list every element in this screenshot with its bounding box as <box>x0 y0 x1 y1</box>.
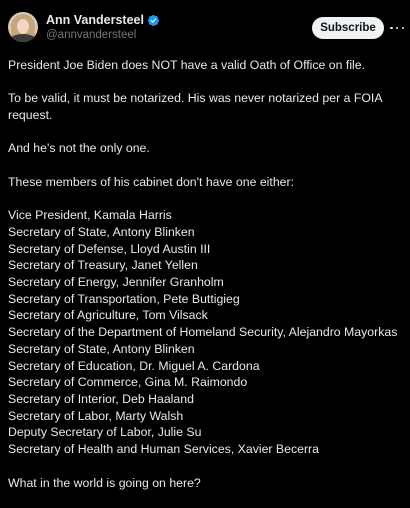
post-header: Ann Vandersteel @annvandersteel Subscrib… <box>8 12 404 52</box>
cabinet-list-item: Secretary of Education, Dr. Miguel A. Ca… <box>8 358 260 373</box>
avatar-shoulders <box>10 34 36 42</box>
cabinet-list-item: Secretary of Defense, Lloyd Austin III <box>8 241 211 256</box>
cabinet-list-item: Deputy Secretary of Labor, Julie Su <box>8 425 202 440</box>
ellipsis-dot <box>401 26 404 30</box>
post-paragraph: And he's not the only one. <box>8 141 150 156</box>
display-name-row: Ann Vandersteel <box>46 12 160 28</box>
post-body: President Joe Biden does NOT have a vali… <box>8 57 406 508</box>
ellipsis-dot <box>395 26 399 30</box>
cabinet-list-item: Secretary of Health and Human Services, … <box>8 442 319 457</box>
cabinet-list-item: Secretary of Treasury, Janet Yellen <box>8 258 198 273</box>
cabinet-list: Vice President, Kamala Harris Secretary … <box>8 207 406 458</box>
cabinet-list-item: Secretary of Transportation, Pete Buttig… <box>8 291 240 306</box>
subscribe-button[interactable]: Subscribe <box>312 17 384 39</box>
cabinet-list-item: Vice President, Kamala Harris <box>8 208 172 223</box>
cabinet-list-item: Secretary of Interior, Deb Haaland <box>8 392 194 406</box>
cabinet-list-item: Secretary of the Department of Homeland … <box>8 325 398 340</box>
author-display-name[interactable]: Ann Vandersteel <box>46 13 144 27</box>
cabinet-list-item: Secretary of Agriculture, Tom Vilsack <box>8 308 208 323</box>
ellipsis-dot <box>390 26 393 30</box>
ellipsis-icon[interactable] <box>390 21 404 35</box>
post: Ann Vandersteel @annvandersteel Subscrib… <box>0 0 410 500</box>
author-handle[interactable]: @annvandersteel <box>46 29 160 41</box>
cabinet-list-item: Secretary of Energy, Jennifer Granholm <box>8 275 224 290</box>
post-paragraph: President Joe Biden does NOT have a vali… <box>8 58 366 72</box>
cabinet-list-item: Secretary of State, Antony Blinken <box>8 341 195 356</box>
cabinet-list-item: Secretary of State, Antony Blinken <box>8 224 195 239</box>
author-info: Ann Vandersteel @annvandersteel <box>46 12 160 41</box>
post-paragraph: These members of his cabinet don't have … <box>8 174 295 189</box>
cabinet-list-item: Secretary of Labor, Marty Walsh <box>8 408 184 423</box>
avatar[interactable] <box>8 12 38 42</box>
post-paragraph: To be valid, it must be notarized. His w… <box>8 91 382 123</box>
post-closing: What in the world is going on here? <box>8 475 201 490</box>
cabinet-list-item: Secretary of Commerce, Gina M. Raimondo <box>8 375 248 390</box>
avatar-face <box>17 19 29 34</box>
verified-badge-icon <box>147 14 160 26</box>
